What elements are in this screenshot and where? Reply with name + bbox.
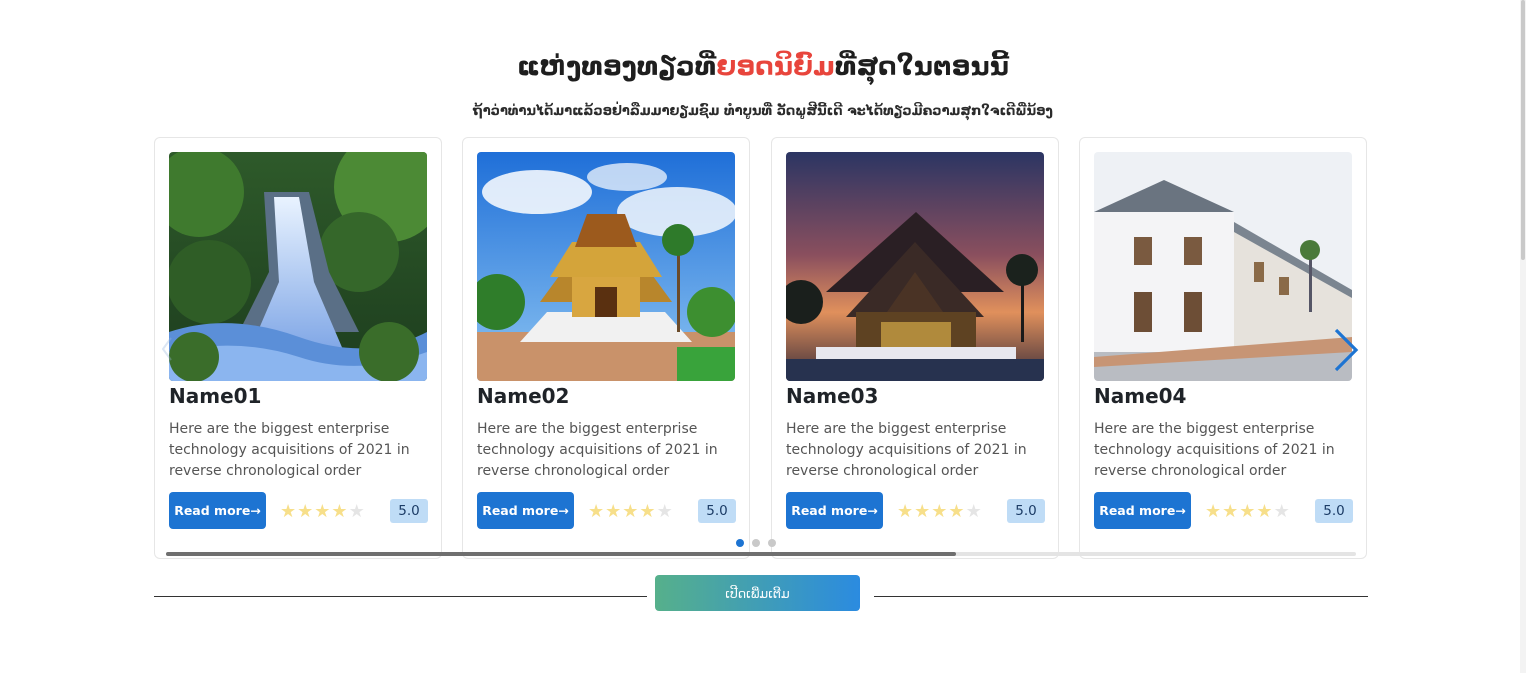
place-card: Name04 Here are the biggest enterprise t… xyxy=(1079,137,1367,559)
star-empty-icon: ★ xyxy=(1273,501,1291,522)
star-icon: ★ xyxy=(605,501,623,522)
slider-scrollbar[interactable] xyxy=(166,552,1356,556)
chevron-right-icon[interactable] xyxy=(1330,327,1360,373)
rating-badge: 5.0 xyxy=(390,499,428,523)
star-rating: ★★★★★ xyxy=(588,501,674,523)
section-subheading: ຖ້າວ່າທ່ານໄດ້ມາແລ້ວອຢ່າລືມມາຍຽມຊົມ ທຳບູນ… xyxy=(473,104,1053,119)
star-icon: ★ xyxy=(314,501,332,522)
arrow-right-icon: → xyxy=(1175,503,1186,518)
read-more-label: Read more xyxy=(1099,503,1176,518)
pagination-dot[interactable] xyxy=(768,539,776,547)
star-empty-icon: ★ xyxy=(348,501,366,522)
slider-scrollbar-thumb[interactable] xyxy=(166,552,957,556)
place-card: Name03 Here are the biggest enterprise t… xyxy=(771,137,1059,559)
star-icon: ★ xyxy=(1256,501,1274,522)
places-slider[interactable]: Name01 Here are the biggest enterprise t… xyxy=(154,137,1368,561)
place-card: Name01 Here are the biggest enterprise t… xyxy=(154,137,442,559)
page-scrollbar[interactable] xyxy=(1520,0,1526,673)
rating-badge: 5.0 xyxy=(1007,499,1045,523)
read-more-label: Read more xyxy=(174,503,251,518)
place-description: Here are the biggest enterprise technolo… xyxy=(786,421,1027,479)
star-icon: ★ xyxy=(1222,501,1240,522)
place-name: Name02 xyxy=(477,384,570,408)
star-icon: ★ xyxy=(1239,501,1257,522)
star-rating: ★★★★★ xyxy=(280,501,366,523)
read-more-button[interactable]: Read more → xyxy=(169,492,266,529)
place-card: Name02 Here are the biggest enterprise t… xyxy=(462,137,750,559)
place-description: Here are the biggest enterprise technolo… xyxy=(169,421,410,479)
star-rating: ★★★★★ xyxy=(897,501,983,523)
heading-part1: ແຫ່ງທອງທຽວທີ່ xyxy=(516,52,717,82)
pagination-dot[interactable] xyxy=(736,539,744,547)
heading-part2: ທີ່ສຸດໃນຕອນນີ້ xyxy=(835,52,1010,82)
waterfall-photo[interactable] xyxy=(169,152,427,381)
star-icon: ★ xyxy=(622,501,640,522)
star-icon: ★ xyxy=(1205,501,1223,522)
place-name: Name03 xyxy=(786,384,879,408)
read-more-label: Read more xyxy=(791,503,868,518)
star-empty-icon: ★ xyxy=(656,501,674,522)
divider-left xyxy=(154,596,647,597)
star-icon: ★ xyxy=(639,501,657,522)
star-icon: ★ xyxy=(914,501,932,522)
slider-pagination xyxy=(736,539,776,547)
star-rating: ★★★★★ xyxy=(1205,501,1291,523)
heading-highlight: ຍອດນິຍົມ xyxy=(716,52,836,82)
arrow-right-icon: → xyxy=(250,503,261,518)
place-name: Name04 xyxy=(1094,384,1187,408)
star-icon: ★ xyxy=(897,501,915,522)
read-more-button[interactable]: Read more → xyxy=(786,492,883,529)
divider-right xyxy=(874,596,1368,597)
read-more-button[interactable]: Read more → xyxy=(1094,492,1191,529)
place-description: Here are the biggest enterprise technolo… xyxy=(1094,421,1335,479)
temple-photo[interactable] xyxy=(477,152,735,381)
pagination-dot[interactable] xyxy=(752,539,760,547)
star-icon: ★ xyxy=(280,501,298,522)
rating-badge: 5.0 xyxy=(1315,499,1353,523)
read-more-button[interactable]: Read more → xyxy=(477,492,574,529)
star-icon: ★ xyxy=(948,501,966,522)
see-more-button[interactable]: ເປີດເພີ່ມເຕີມ xyxy=(655,575,860,611)
place-name: Name01 xyxy=(169,384,262,408)
place-description: Here are the biggest enterprise technolo… xyxy=(477,421,718,479)
star-icon: ★ xyxy=(931,501,949,522)
chevron-left-icon[interactable] xyxy=(162,337,172,361)
star-icon: ★ xyxy=(297,501,315,522)
arrow-right-icon: → xyxy=(558,503,569,518)
arrow-right-icon: → xyxy=(867,503,878,518)
temple-sunset-photo[interactable] xyxy=(786,152,1044,381)
read-more-label: Read more xyxy=(482,503,559,518)
page-scrollbar-thumb[interactable] xyxy=(1521,0,1525,260)
star-icon: ★ xyxy=(331,501,349,522)
rating-badge: 5.0 xyxy=(698,499,736,523)
star-icon: ★ xyxy=(588,501,606,522)
star-empty-icon: ★ xyxy=(965,501,983,522)
street-photo[interactable] xyxy=(1094,152,1352,381)
section-heading: ແຫ່ງທອງທຽວທີ່ຍອດນິຍົມທີ່ສຸດໃນຕອນນີ້ xyxy=(0,52,1526,82)
